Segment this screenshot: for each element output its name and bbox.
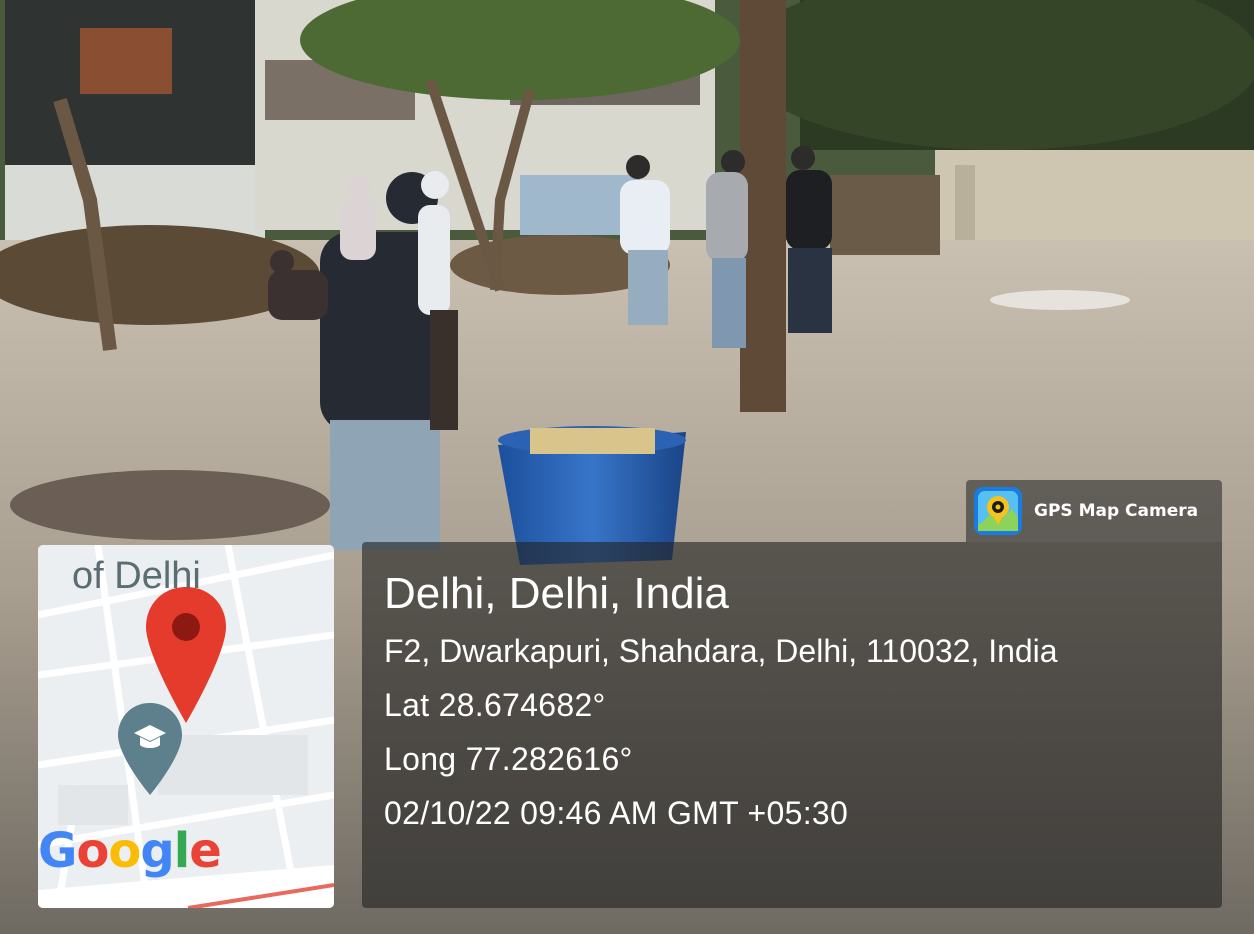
map-thumbnail: of Delhi Google xyxy=(38,545,334,908)
gps-camera-badge: GPS Map Camera xyxy=(966,480,1222,542)
capture-datetime: 02/10/22 09:46 AM GMT +05:30 xyxy=(384,795,849,831)
longitude-value: Long 77.282616° xyxy=(384,741,633,777)
latitude-value: Lat 28.674682° xyxy=(384,687,606,723)
map-area-label: of Delhi xyxy=(72,555,201,597)
gps-app-name: GPS Map Camera xyxy=(1034,501,1199,521)
location-info-panel: Delhi, Delhi, India F2, Dwarkapuri, Shah… xyxy=(362,542,1222,908)
google-logo: Google xyxy=(38,823,222,879)
location-address: F2, Dwarkapuri, Shahdara, Delhi, 110032,… xyxy=(384,633,1058,669)
gps-map-camera-icon xyxy=(974,487,1022,535)
location-title: Delhi, Delhi, India xyxy=(384,569,729,618)
